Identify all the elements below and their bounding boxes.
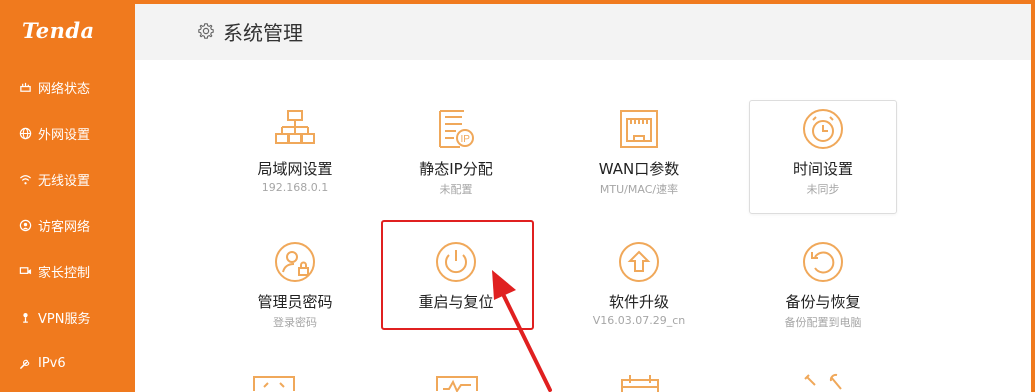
tile-label: 管理员密码 — [257, 293, 333, 311]
sidebar: Tenda 网络状态 外网设置 无线设置 访客网络 家长控制 VPN服务 IPv… — [0, 0, 135, 392]
svg-text:IP: IP — [461, 134, 471, 145]
tile-subtext: V16.03.07.29_cn — [592, 314, 686, 327]
top-border — [0, 0, 1035, 4]
gear-icon — [197, 22, 215, 40]
lan-topology-icon — [273, 107, 317, 151]
sidebar-item-label: 家长控制 — [38, 265, 91, 281]
sidebar-item-label: 网络状态 — [38, 81, 91, 97]
tile-time-settings[interactable]: 时间设置 未同步 — [749, 100, 897, 214]
sidebar-item-label: VPN服务 — [38, 311, 91, 327]
tile-label: 时间设置 — [792, 160, 853, 178]
page-header: 系统管理 — [135, 4, 1031, 60]
brand-logo[interactable]: Tenda — [22, 18, 95, 43]
sidebar-item-label: 外网设置 — [38, 127, 91, 143]
tile-subtext: 未同步 — [806, 183, 840, 196]
parental-icon — [18, 264, 32, 278]
page-title: 系统管理 — [223, 21, 303, 45]
sidebar-item-parental[interactable]: 家长控制 — [0, 248, 135, 294]
settings-grid: 局域网设置 192.168.0.1 IP 静态IP分配 未配置 WAN口参数 M… — [135, 60, 1031, 392]
tile-lan-settings[interactable]: 局域网设置 192.168.0.1 — [221, 101, 369, 215]
wan-port-icon — [617, 107, 661, 151]
tile-subtext: MTU/MAC/速率 — [599, 183, 679, 196]
tile-wan-params[interactable]: WAN口参数 MTU/MAC/速率 — [565, 101, 713, 215]
tile-admin-password[interactable]: 管理员密码 登录密码 — [221, 234, 369, 348]
tile-subtext: 未配置 — [439, 183, 473, 196]
wifi-icon — [18, 172, 32, 186]
sidebar-item-label: 无线设置 — [38, 173, 91, 189]
restore-icon — [801, 240, 845, 284]
sidebar-item-label: 访客网络 — [38, 219, 91, 235]
sidebar-nav: 网络状态 外网设置 无线设置 访客网络 家长控制 VPN服务 IPv6 — [0, 64, 135, 386]
upgrade-icon — [617, 240, 661, 284]
tile-software-upgrade[interactable]: 软件升级 V16.03.07.29_cn — [565, 234, 713, 348]
vpn-icon — [18, 310, 32, 324]
tile-subtext: 登录密码 — [273, 316, 317, 329]
static-ip-icon: IP — [434, 107, 478, 151]
tile-label: WAN口参数 — [598, 160, 680, 178]
guest-icon — [18, 218, 32, 232]
tile-subtext: 备份配置到电脑 — [784, 316, 862, 329]
sidebar-item-ipv6[interactable]: IPv6 — [0, 340, 135, 386]
tile-subtext: 192.168.0.1 — [261, 181, 329, 194]
sidebar-item-vpn[interactable]: VPN服务 — [0, 294, 135, 340]
tile-label: 局域网设置 — [257, 160, 333, 178]
sidebar-item-label: IPv6 — [38, 355, 66, 371]
tile-backup-restore[interactable]: 备份与恢复 备份配置到电脑 — [749, 234, 897, 348]
globe-icon — [18, 126, 32, 140]
code-icon[interactable] — [252, 373, 296, 392]
sidebar-item-wan-settings[interactable]: 外网设置 — [0, 110, 135, 156]
network-status-icon — [18, 80, 32, 94]
sidebar-item-guest[interactable]: 访客网络 — [0, 202, 135, 248]
sidebar-item-network-status[interactable]: 网络状态 — [0, 64, 135, 110]
annotation-arrow-icon — [492, 270, 552, 392]
wrench-icon — [18, 356, 32, 370]
tile-label: 软件升级 — [608, 293, 669, 311]
tile-label: 备份与恢复 — [785, 293, 861, 311]
monitor-icon[interactable] — [435, 373, 479, 392]
tile-label: 静态IP分配 — [419, 160, 493, 178]
tile-static-ip[interactable]: IP 静态IP分配 未配置 — [382, 101, 530, 215]
calendar-icon[interactable] — [618, 373, 662, 392]
admin-password-icon — [273, 240, 317, 284]
alarm-clock-icon — [801, 107, 845, 151]
sidebar-item-wireless[interactable]: 无线设置 — [0, 156, 135, 202]
tools-icon[interactable] — [801, 373, 845, 392]
right-border — [1031, 0, 1035, 392]
power-icon — [434, 240, 478, 284]
